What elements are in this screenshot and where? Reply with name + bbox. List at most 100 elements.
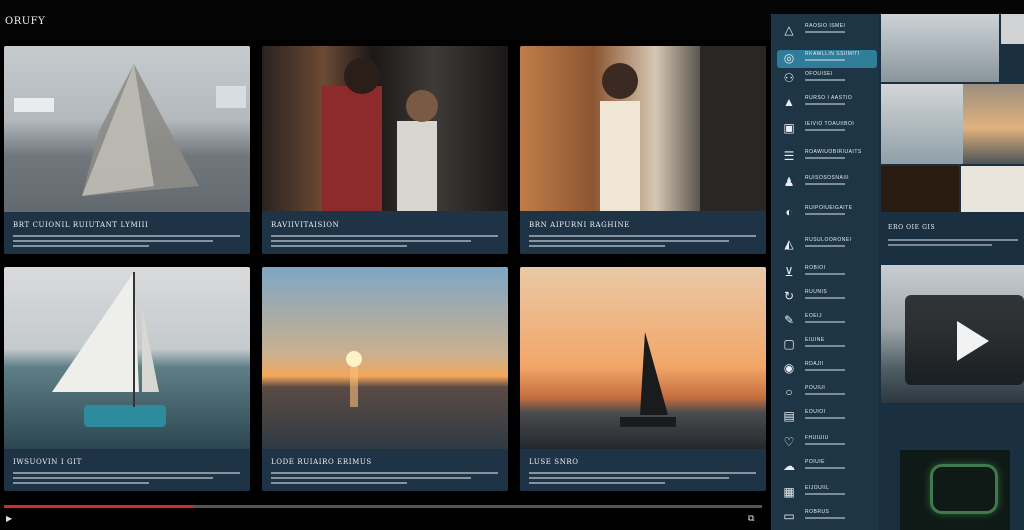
card-meta: BRT CUIONIL RUIUTANT LYMIII [4, 212, 250, 254]
video-thumbnail[interactable] [520, 267, 766, 449]
sidebar-item-subline [805, 369, 845, 371]
chart-icon: ▤ [783, 409, 795, 423]
card-title[interactable]: IWSUOVIN I GIT [13, 458, 82, 466]
thumbnail-lights[interactable] [881, 166, 959, 212]
sidebar-item-subline [805, 273, 845, 275]
sidebar-item-subline [805, 103, 845, 105]
sidebar-item-subline [805, 297, 845, 299]
sidebar-item-subline [805, 417, 845, 419]
card-title[interactable]: LODE RUIAIRO ERIMUS [271, 458, 372, 466]
ticket-icon [930, 464, 998, 514]
sidebar-item[interactable]: ◉ RDAJII [777, 360, 877, 376]
video-card-6[interactable]: LUSE SNRO [520, 267, 766, 491]
heart-icon: ♡ [783, 435, 795, 449]
sidebar-item[interactable]: ▢ EIUINE [777, 336, 877, 352]
sidebar-item[interactable]: ⊻ ROBIOI [777, 264, 877, 280]
featured-video[interactable] [881, 265, 1024, 403]
sidebar-item[interactable]: ▲ RURSO I AASTIO [777, 94, 877, 110]
thumbnail-sunset[interactable] [963, 84, 1024, 164]
sidebar: △ RAOSIO ISMEI ◎ RKAWLLIN SSIIMITI ⚇ OFOUISEI… [771, 14, 879, 530]
card-meta: IWSUOVIN I GIT [4, 449, 250, 491]
card-title[interactable]: LUSE SNRO [529, 458, 579, 466]
sidebar-item[interactable]: ☁ POIUIE [777, 458, 877, 474]
sidebar-item[interactable]: ▣ IEIVIO TOAUIIBOI [777, 120, 877, 136]
sidebar-item-label: ROBRUS [805, 509, 830, 515]
sidebar-item[interactable]: ♟ RUISOSOSNAIII [777, 174, 877, 190]
thumbnail-small[interactable] [1001, 14, 1024, 44]
sidebar-item[interactable]: ◎ RKAWLLIN SSIIMITI [777, 50, 877, 68]
screen-icon: ▭ [783, 509, 795, 523]
progress-bar[interactable] [4, 505, 762, 508]
sidebar-item-label: RDAJII [805, 361, 824, 367]
card-description [13, 232, 240, 250]
sidebar-item-subline [805, 443, 845, 445]
sidebar-item[interactable]: ▤ EOUIOI [777, 408, 877, 424]
card-description [529, 232, 756, 250]
sidebar-item-label: RUSULOORONEI [805, 237, 852, 243]
card-meta: LODE RUIAIRO ERIMUS [262, 449, 508, 491]
sidebar-item-subline [805, 245, 845, 247]
people-figures-graphic [322, 58, 438, 211]
sidebar-item-subline [805, 517, 845, 519]
sidebar-item[interactable]: ✎ EOEIJ [777, 312, 877, 328]
panel-description [888, 236, 1018, 249]
sidebar-item[interactable]: ◐ RUIPOIUEIGAITE [777, 204, 877, 220]
sidebar-item-label: RKAWLLIN SSIIMITI [805, 51, 860, 57]
sidebar-item-label: RURSO I AASTIO [805, 95, 853, 101]
video-thumbnail[interactable] [4, 267, 250, 449]
green-ticket-panel[interactable] [900, 450, 1010, 530]
video-card-5[interactable]: LODE RUIAIRO ERIMUS [262, 267, 508, 491]
card-description [271, 469, 498, 487]
video-card-1[interactable]: BRT CUIONIL RUIUTANT LYMIII [4, 46, 250, 254]
card-description [529, 469, 756, 487]
captions-button[interactable]: ⧉ [748, 513, 754, 524]
video-card-4[interactable]: IWSUOVIN I GIT [4, 267, 250, 491]
thumbnail-building[interactable] [881, 14, 999, 82]
video-card-2[interactable]: RAVIIVITAISION [262, 46, 508, 254]
sidebar-item[interactable]: ○ POUIUI [777, 384, 877, 400]
sidebar-item-subline [805, 31, 845, 33]
play-button[interactable]: ▶ [6, 514, 12, 523]
triangle-icon: ◭ [784, 237, 794, 251]
card-title[interactable]: BRT CUIONIL RUIUTANT LYMIII [13, 221, 148, 229]
sidebar-item[interactable]: ♡ FHUIUIU [777, 434, 877, 450]
sidebar-item-label: ROAWIUOBIRIUAITS [805, 149, 862, 155]
sidebar-item-label: EIUINE [805, 337, 825, 343]
sidebar-item-label: EIJOUIIL [805, 485, 830, 491]
play-icon[interactable] [957, 321, 989, 361]
sidebar-item-label: POIUIE [805, 459, 825, 465]
card-meta: RAVIIVITAISION [262, 212, 508, 254]
square-icon: ▢ [783, 337, 795, 351]
thumbnail-sail[interactable] [881, 84, 963, 164]
card-title[interactable]: RAVIIVITAISION [271, 221, 339, 229]
person-icon: ⚇ [783, 71, 795, 85]
card-description [271, 232, 498, 250]
pyramid-sculpture-graphic [14, 64, 246, 196]
video-thumbnail[interactable] [262, 46, 508, 211]
video-card-3[interactable]: BRN AIPURNI RAGHINE [520, 46, 766, 254]
sidebar-item[interactable]: ⚇ OFOUISEI [777, 70, 877, 86]
video-thumbnail[interactable] [262, 267, 508, 449]
sidebar-item[interactable]: ☰ ROAWIUOBIRIUAITS [777, 148, 877, 164]
sidebar-item[interactable]: ◭ RUSULOORONEI [777, 236, 877, 252]
sidebar-item[interactable]: ▭ ROBRUS [777, 508, 877, 524]
circle-icon: ◐ [785, 205, 793, 219]
video-thumbnail[interactable] [520, 46, 766, 211]
sun-graphic [346, 351, 362, 407]
sidebar-item-label: RUIPOIUEIGAITE [805, 205, 853, 211]
sidebar-item-label: ROBIOI [805, 265, 826, 271]
sidebar-item-subline [805, 79, 845, 81]
cloud-icon: ☁ [783, 459, 795, 473]
cup-icon: ⊻ [784, 265, 794, 279]
sidebar-item-subline [805, 493, 845, 495]
sidebar-item[interactable]: ▦ EIJOUIIL [777, 484, 877, 500]
globe-icon: ◎ [783, 51, 795, 65]
stack-icon: ☰ [783, 149, 795, 163]
sidebar-item[interactable]: ↻ RUUNIS [777, 288, 877, 304]
thumbnail-abstract[interactable] [961, 166, 1024, 212]
card-title[interactable]: BRN AIPURNI RAGHINE [529, 221, 630, 229]
sidebar-item-subline [805, 129, 845, 131]
video-thumbnail[interactable] [4, 46, 250, 230]
sailboat-graphic [52, 272, 166, 427]
sidebar-item[interactable]: △ RAOSIO ISMEI [777, 22, 877, 38]
